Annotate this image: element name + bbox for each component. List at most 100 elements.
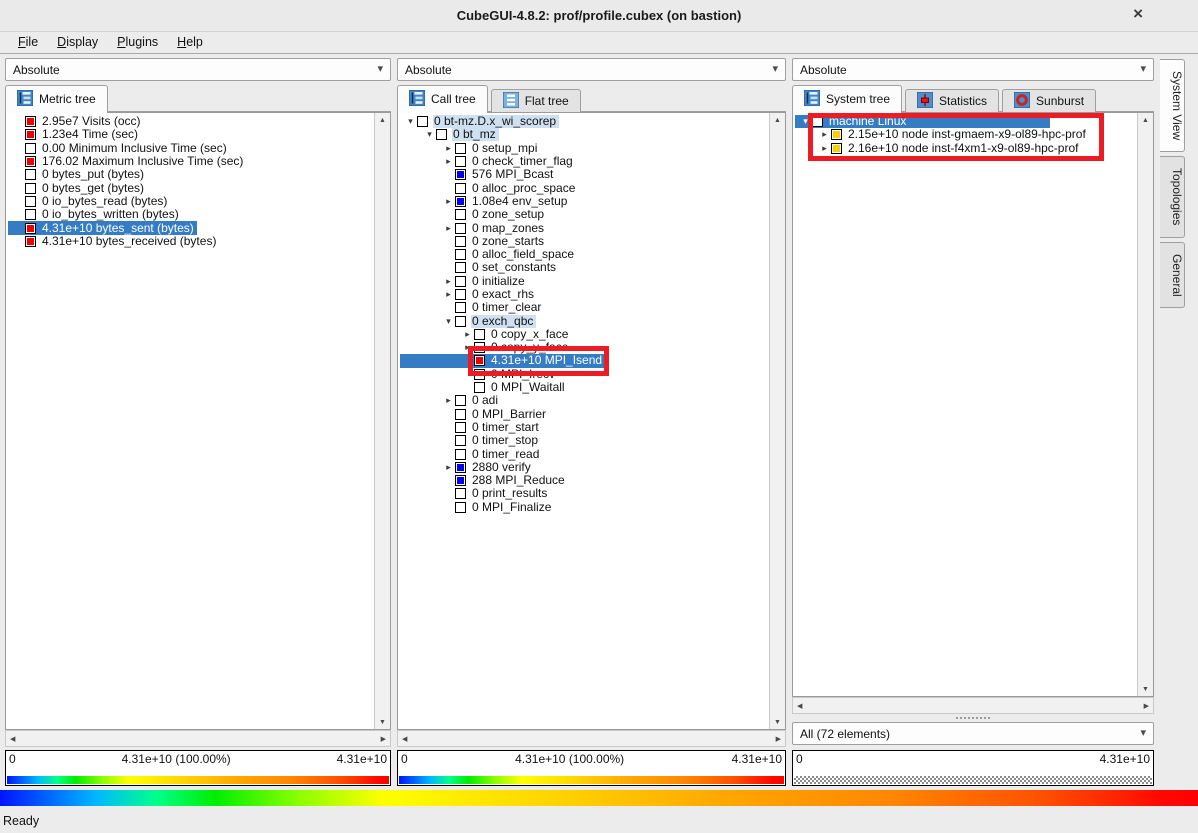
- tree-row[interactable]: ▸0 check_timer_flag: [400, 155, 576, 168]
- expander-closed-icon[interactable]: ▸: [461, 341, 474, 354]
- scroll-right-icon[interactable]: ▶: [776, 735, 781, 743]
- call-value-mode-dropdown[interactable]: Absolute ▾: [397, 58, 786, 81]
- tree-row[interactable]: 0 timer_stop: [400, 434, 541, 447]
- expander-closed-icon[interactable]: ▸: [442, 288, 455, 301]
- metric-value-mode-dropdown[interactable]: Absolute ▾: [5, 58, 391, 81]
- value-box-icon: [474, 355, 485, 366]
- menu-display[interactable]: Display: [48, 33, 108, 52]
- system-vertical-scrollbar[interactable]: ▲ ▼: [1137, 113, 1153, 696]
- tree-row[interactable]: ▸ 2880 verify: [400, 461, 534, 474]
- tree-row[interactable]: ▾machine Linux: [795, 115, 1050, 128]
- expander-open-icon[interactable]: ▾: [799, 115, 812, 128]
- tree-row[interactable]: ▸0 setup_mpi: [400, 142, 540, 155]
- footer-max-value: 4.31e+10: [1100, 752, 1150, 766]
- expander-open-icon[interactable]: ▾: [404, 115, 417, 128]
- scroll-up-icon[interactable]: ▲: [375, 113, 390, 127]
- expander-closed-icon[interactable]: ▸: [442, 195, 455, 208]
- tree-row[interactable]: ▾0 bt_mz: [400, 128, 499, 141]
- tab-statistics[interactable]: Statistics: [905, 89, 999, 112]
- tree-row[interactable]: 0 timer_clear: [400, 301, 544, 314]
- tree-row[interactable]: 0.00 Minimum Inclusive Time (sec): [8, 142, 230, 155]
- system-value-mode-dropdown[interactable]: Absolute ▾: [792, 58, 1154, 81]
- tree-row[interactable]: ▸1.08e4 env_setup: [400, 195, 570, 208]
- tree-row[interactable]: ▾0 bt-mz.D.x_wi_scorep: [400, 115, 559, 128]
- scroll-left-icon[interactable]: ◀: [797, 702, 802, 710]
- tree-row[interactable]: 0 MPI_Barrier: [400, 408, 549, 421]
- expander-open-icon[interactable]: ▾: [423, 128, 436, 141]
- metric-vertical-scrollbar[interactable]: ▲ ▼: [374, 113, 390, 729]
- expander-closed-icon[interactable]: ▸: [442, 155, 455, 168]
- tree-row[interactable]: 176.02 Maximum Inclusive Time (sec): [8, 155, 246, 168]
- expander-closed-icon[interactable]: ▸: [818, 128, 831, 141]
- tree-row[interactable]: 1.23e4 Time (sec): [8, 128, 141, 141]
- call-horizontal-scrollbar[interactable]: ◀ ▶: [397, 730, 786, 747]
- tab-call-tree[interactable]: Call tree: [397, 85, 488, 112]
- tree-row[interactable]: ▾0 exch_qbc: [400, 314, 536, 327]
- tree-row[interactable]: ▸0 copy_y_face: [400, 341, 571, 354]
- tree-row[interactable]: 0 print_results: [400, 487, 550, 500]
- expander-closed-icon[interactable]: ▸: [818, 142, 831, 155]
- menu-file[interactable]: File: [9, 33, 48, 52]
- expander-closed-icon[interactable]: ▸: [442, 394, 455, 407]
- tree-row[interactable]: 0 alloc_proc_space: [400, 181, 578, 194]
- tree-row[interactable]: ▸0 map_zones: [400, 221, 547, 234]
- indent-spacer: [795, 134, 818, 135]
- tree-row[interactable]: 0 MPI_Waitall: [400, 381, 568, 394]
- tree-row[interactable]: 0 zone_starts: [400, 235, 547, 248]
- tree-row[interactable]: 0 bytes_put (bytes): [8, 168, 147, 181]
- scroll-down-icon[interactable]: ▼: [770, 715, 785, 729]
- tree-row[interactable]: 4.31e+10 bytes_received (bytes): [8, 235, 219, 248]
- scroll-up-icon[interactable]: ▲: [770, 113, 785, 127]
- scroll-down-icon[interactable]: ▼: [375, 715, 390, 729]
- tree-row[interactable]: 4.31e+10 MPI_Isend: [400, 354, 605, 367]
- call-vertical-scrollbar[interactable]: ▲ ▼: [769, 113, 785, 729]
- scroll-right-icon[interactable]: ▶: [381, 735, 386, 743]
- tab-metric-tree[interactable]: Metric tree: [5, 85, 108, 112]
- tree-row[interactable]: 0 zone_setup: [400, 208, 547, 221]
- expander-closed-icon[interactable]: ▸: [461, 328, 474, 341]
- tree-row[interactable]: 0 set_constants: [400, 261, 559, 274]
- tree-row[interactable]: 0 alloc_field_space: [400, 248, 577, 261]
- tree-row[interactable]: ▸0 adi: [400, 394, 501, 407]
- system-horizontal-scrollbar[interactable]: ◀ ▶: [792, 697, 1154, 714]
- side-tab-general[interactable]: General: [1160, 242, 1185, 309]
- tree-row[interactable]: 4.31e+10 bytes_sent (bytes): [8, 221, 197, 234]
- tab-sunburst[interactable]: Sunburst: [1002, 89, 1096, 112]
- tree-row[interactable]: ▸2.16e+10 node inst-f4xm1-x9-ol89-hpc-pr…: [795, 142, 1081, 155]
- metric-horizontal-scrollbar[interactable]: ◀ ▶: [5, 730, 391, 747]
- tree-row-label: 2880 verify: [471, 461, 534, 474]
- tree-row[interactable]: 0 timer_read: [400, 447, 542, 460]
- expander-closed-icon[interactable]: ▸: [442, 222, 455, 235]
- tree-row[interactable]: 0 MPI_Finalize: [400, 501, 554, 514]
- tab-flat-tree[interactable]: Flat tree: [491, 89, 581, 112]
- tree-row[interactable]: 0 MPI_Irecv: [400, 368, 558, 381]
- scroll-up-icon[interactable]: ▲: [1138, 113, 1153, 127]
- scroll-down-icon[interactable]: ▼: [1138, 682, 1153, 696]
- tree-row[interactable]: 576 MPI_Bcast: [400, 168, 556, 181]
- expander-closed-icon[interactable]: ▸: [442, 461, 455, 474]
- menu-plugins[interactable]: Plugins: [108, 33, 168, 52]
- scroll-left-icon[interactable]: ◀: [402, 735, 407, 743]
- tree-row[interactable]: 2.95e7 Visits (occ): [8, 115, 144, 128]
- tree-row[interactable]: ▸2.15e+10 node inst-gmaem-x9-ol89-hpc-pr…: [795, 128, 1089, 141]
- tree-row[interactable]: ▸0 exact_rhs: [400, 288, 537, 301]
- tree-row[interactable]: ▸0 copy_x_face: [400, 328, 571, 341]
- expander-closed-icon[interactable]: ▸: [442, 142, 455, 155]
- tree-row[interactable]: 0 timer_start: [400, 421, 542, 434]
- expander-closed-icon[interactable]: ▸: [442, 275, 455, 288]
- side-tab-system-view[interactable]: System View: [1160, 59, 1185, 152]
- side-tab-topologies[interactable]: Topologies: [1160, 156, 1185, 237]
- expander-open-icon[interactable]: ▾: [442, 315, 455, 328]
- scroll-right-icon[interactable]: ▶: [1144, 702, 1149, 710]
- splitter-handle[interactable]: [792, 714, 1154, 721]
- tree-row[interactable]: 0 io_bytes_read (bytes): [8, 195, 170, 208]
- tree-row[interactable]: 288 MPI_Reduce: [400, 474, 568, 487]
- tab-system-tree[interactable]: System tree: [792, 85, 902, 112]
- tree-row[interactable]: 0 io_bytes_written (bytes): [8, 208, 182, 221]
- tree-row[interactable]: ▸0 initialize: [400, 275, 528, 288]
- tree-row[interactable]: 0 bytes_get (bytes): [8, 181, 147, 194]
- menu-help[interactable]: Help: [168, 33, 213, 52]
- system-filter-dropdown[interactable]: All (72 elements) ▾: [792, 722, 1154, 745]
- scroll-left-icon[interactable]: ◀: [10, 735, 15, 743]
- close-icon[interactable]: ×: [1133, 5, 1143, 22]
